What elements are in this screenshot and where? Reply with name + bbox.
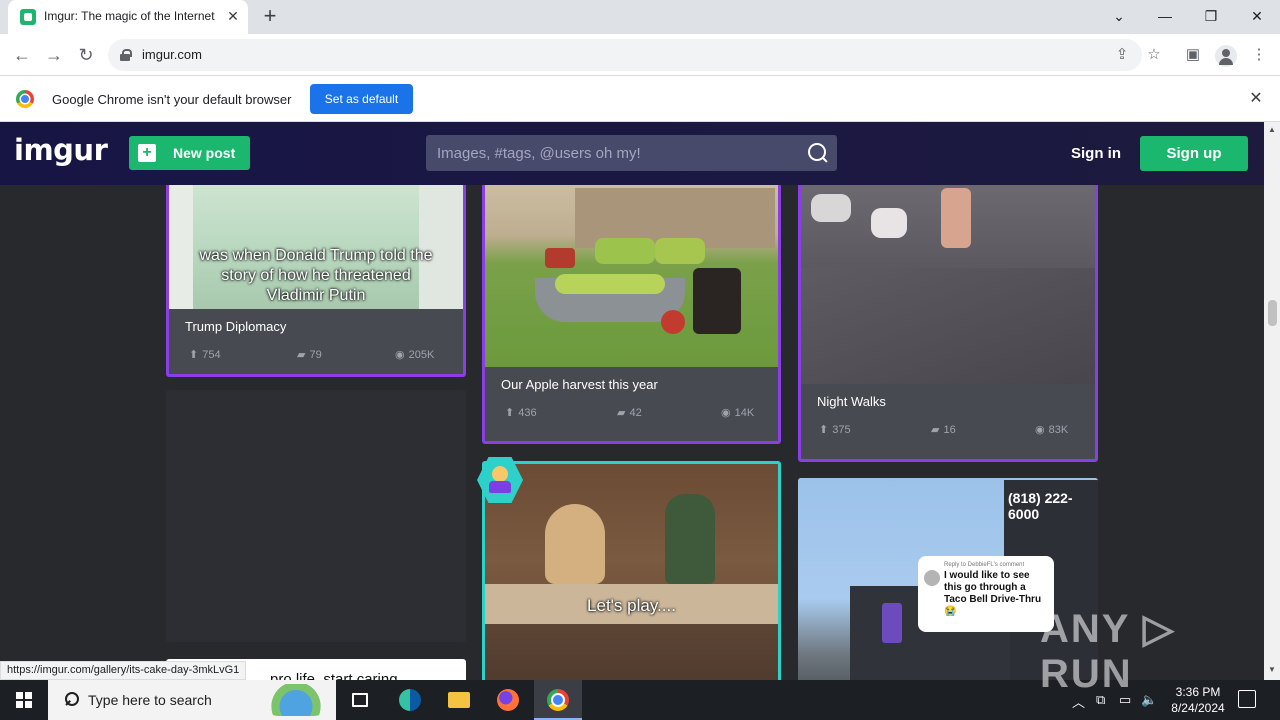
share-icon[interactable]: ⇪ — [1112, 45, 1132, 65]
upvote-count[interactable]: ⬆ 754 — [189, 348, 221, 361]
comment-reply-bubble: Reply to DebbieFL's comment I would like… — [918, 556, 1054, 632]
back-arrow-icon[interactable]: ← — [10, 43, 34, 67]
side-panel-icon[interactable]: ▣ — [1183, 45, 1203, 65]
tab-close-icon[interactable]: ✕ — [224, 7, 242, 25]
post-title[interactable]: Night Walks — [817, 394, 886, 409]
tab-title: Imgur: The magic of the Internet — [44, 9, 215, 23]
partial-caption: pro life, start caring — [270, 671, 398, 680]
post-title[interactable]: Our Apple harvest this year — [501, 377, 658, 392]
post-thumbnail[interactable] — [485, 185, 778, 367]
scroll-up-arrow-icon[interactable]: ▲ — [1268, 126, 1276, 134]
new-post-label: New post — [173, 145, 236, 161]
imgur-favicon-icon — [20, 9, 36, 25]
search-icon — [62, 692, 79, 708]
upvote-arrow-icon: ⬆ — [819, 424, 829, 436]
upvote-count[interactable]: ⬆ 436 — [505, 406, 537, 419]
close-window-button[interactable]: ✕ — [1243, 4, 1271, 28]
phone-number-text: (818) 222-6000 — [1008, 490, 1073, 522]
thumbnail-caption: Let's play.... — [587, 596, 676, 615]
set-as-default-button[interactable]: Set as default — [310, 84, 413, 114]
page-scrollbar[interactable]: ▲ ▼ — [1264, 122, 1280, 680]
anyrun-watermark: ANY ▷ RUN — [1040, 607, 1176, 696]
view-count: ◉ 205K — [395, 349, 435, 361]
infobar-close-icon[interactable]: ✕ — [1246, 89, 1266, 109]
profile-avatar-icon[interactable] — [1215, 45, 1237, 67]
comment-count[interactable]: ▰ 16 — [931, 423, 956, 436]
taskbar-search-placeholder: Type here to search — [88, 692, 212, 708]
upvote-arrow-icon: ⬆ — [505, 407, 515, 419]
url-text[interactable]: imgur.com — [142, 47, 202, 62]
comment-bubble-icon: ▰ — [297, 349, 306, 361]
ad-placeholder — [166, 390, 466, 642]
eye-icon: ◉ — [395, 349, 405, 361]
chrome-logo-icon — [16, 90, 34, 108]
post-card-trump-diplomacy[interactable]: was when Donald Trump told the story of … — [166, 185, 466, 377]
eye-icon: ◉ — [1035, 424, 1045, 436]
file-explorer-icon[interactable] — [435, 680, 483, 720]
bookmark-star-icon[interactable]: ☆ — [1144, 45, 1164, 65]
post-card-apple-harvest[interactable]: Our Apple harvest this year ⬆ 436 ▰ 42 ◉ 14… — [482, 185, 781, 444]
chrome-icon[interactable] — [534, 680, 582, 720]
search-placeholder: Images, #tags, @users oh my! — [437, 145, 641, 162]
reload-icon[interactable]: ↻ — [74, 43, 98, 67]
infobar-message: Google Chrome isn't your default browser — [52, 92, 292, 107]
upvote-count[interactable]: ⬆ 375 — [819, 423, 851, 436]
browser-tab-imgur[interactable]: Imgur: The magic of the Internet ✕ — [8, 0, 248, 34]
post-thumbnail[interactable]: Let's play.... — [485, 464, 778, 680]
sign-in-link[interactable]: Sign in — [1071, 145, 1121, 162]
minimize-button[interactable]: — — [1151, 4, 1179, 28]
lock-icon[interactable] — [120, 49, 132, 61]
post-card-night-walks[interactable]: Night Walks ⬆ 375 ▰ 16 ◉ 83K — [798, 185, 1098, 462]
search-highlight-icon — [262, 684, 330, 716]
default-browser-infobar: Google Chrome isn't your default browser… — [0, 76, 1280, 122]
taskbar-search-box[interactable]: Type here to search — [48, 680, 336, 720]
start-button[interactable] — [0, 680, 48, 720]
post-thumbnail[interactable] — [801, 185, 1095, 384]
search-icon[interactable] — [808, 143, 828, 163]
new-tab-button[interactable]: + — [258, 5, 282, 29]
comment-count[interactable]: ▰ 79 — [297, 348, 322, 361]
status-bar-url: https://imgur.com/gallery/its-cake-day-3… — [0, 661, 247, 680]
post-thumbnail[interactable]: was when Donald Trump told the story of … — [169, 185, 463, 309]
view-count: ◉ 83K — [1035, 424, 1069, 436]
firefox-icon[interactable] — [484, 680, 532, 720]
imgur-logo[interactable]: imgur — [14, 133, 108, 167]
edge-icon[interactable] — [386, 680, 434, 720]
browser-toolbar: ← → ↻ imgur.com ⇪ ☆ ▣ ⋮ — [0, 34, 1280, 76]
view-count: ◉ 14K — [721, 407, 755, 419]
windows-logo-icon — [16, 692, 32, 708]
tab-search-icon[interactable]: ⌄ — [1105, 4, 1133, 28]
restore-button[interactable]: ❐ — [1197, 4, 1225, 28]
comment-count[interactable]: ▰ 42 — [617, 406, 642, 419]
upvote-arrow-icon: ⬆ — [189, 349, 199, 361]
new-post-button[interactable]: + New post — [129, 136, 250, 170]
plus-icon: + — [138, 144, 156, 162]
reply-text: I would like to see this go through a Ta… — [944, 570, 1042, 617]
reply-header: Reply to DebbieFL's comment — [944, 562, 1025, 568]
sign-up-button[interactable]: Sign up — [1140, 136, 1248, 171]
eye-icon: ◉ — [721, 407, 731, 419]
comment-bubble-icon: ▰ — [617, 407, 626, 419]
imgur-header: imgur + New post Images, #tags, @users o… — [0, 122, 1264, 185]
forward-arrow-icon[interactable]: → — [42, 43, 66, 67]
comment-bubble-icon: ▰ — [931, 424, 940, 436]
thumbnail-caption: was when Donald Trump told the story of … — [199, 247, 433, 304]
scroll-thumb[interactable] — [1268, 300, 1277, 326]
address-bar[interactable]: imgur.com ⇪ ☆ — [108, 39, 1161, 71]
post-title[interactable]: Trump Diplomacy — [185, 319, 286, 334]
clock-date: 8/24/2024 — [1171, 701, 1225, 715]
post-card-lets-play[interactable]: Let's play.... — [482, 461, 781, 680]
menu-kebab-icon[interactable]: ⋮ — [1249, 45, 1269, 65]
task-view-icon[interactable] — [336, 680, 384, 720]
search-input[interactable]: Images, #tags, @users oh my! — [426, 135, 837, 171]
browser-tab-bar: Imgur: The magic of the Internet ✕ + ⌄ —… — [0, 0, 1280, 34]
